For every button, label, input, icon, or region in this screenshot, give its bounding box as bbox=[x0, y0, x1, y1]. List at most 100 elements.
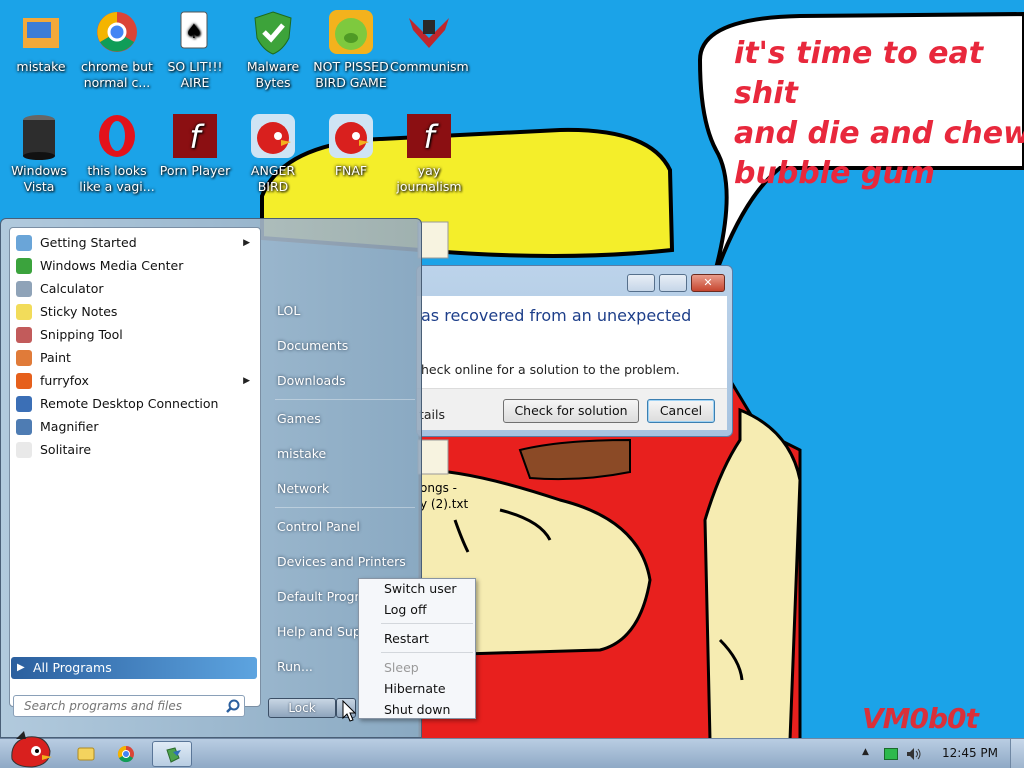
close-button[interactable]: ✕ bbox=[691, 274, 725, 292]
taskbar-chrome-button[interactable] bbox=[106, 741, 146, 767]
taskbar-explorer-button[interactable] bbox=[66, 741, 106, 767]
start-menu-program-item[interactable]: Snipping Tool bbox=[14, 324, 258, 346]
desktop-icon[interactable]: chrome but normal c... bbox=[78, 8, 156, 91]
flash-icon: f bbox=[407, 114, 451, 158]
start-menu-program-item[interactable]: Remote Desktop Connection bbox=[14, 393, 258, 415]
chevron-right-icon: ▶ bbox=[243, 376, 250, 386]
taskbar: ▲ 12:45 PM bbox=[0, 731, 1024, 768]
artist-signature: VM0b0t bbox=[862, 702, 979, 735]
separator bbox=[381, 623, 473, 624]
trash-bin-icon bbox=[23, 115, 55, 160]
dialog-hint: heck online for a solution to the proble… bbox=[421, 362, 680, 377]
all-programs-button[interactable]: ▶ All Programs bbox=[11, 657, 257, 679]
start-menu-link[interactable]: mistake bbox=[277, 446, 326, 461]
log-off-item[interactable]: Log off bbox=[384, 602, 427, 617]
desktop-icon[interactable]: this looks like a vagi... bbox=[78, 112, 156, 195]
start-menu-program-item[interactable]: Windows Media Center bbox=[14, 255, 258, 277]
search-icon[interactable] bbox=[226, 699, 240, 713]
start-menu-program-item[interactable]: furryfox ▶ bbox=[14, 370, 258, 392]
start-menu-program-item[interactable]: Getting Started ▶ bbox=[14, 232, 258, 254]
system-clock[interactable]: 12:45 PM bbox=[942, 746, 998, 760]
desktop-icon[interactable]: mistake bbox=[2, 8, 80, 75]
desktop-icon[interactable]: f Porn Player bbox=[156, 112, 234, 179]
angry-bird-start-icon bbox=[11, 731, 52, 768]
maximize-button[interactable] bbox=[659, 274, 687, 292]
restart-item[interactable]: Restart bbox=[384, 631, 429, 646]
dialog-message: as recovered from an unexpected bbox=[421, 306, 692, 325]
start-menu-programs-pane: Getting Started ▶ Windows Media Center Calc… bbox=[9, 227, 261, 707]
start-menu-link[interactable]: Control Panel bbox=[277, 519, 360, 534]
view-details-link[interactable]: tails bbox=[419, 407, 445, 422]
start-menu-link[interactable]: Documents bbox=[277, 338, 348, 353]
start-menu-program-item[interactable]: Sticky Notes bbox=[14, 301, 258, 323]
mouse-pointer-icon bbox=[342, 700, 357, 722]
minimize-button[interactable] bbox=[627, 274, 655, 292]
error-reporting-icon bbox=[166, 747, 181, 763]
taskbar-error-reporting-button[interactable] bbox=[152, 741, 192, 767]
desktop-icon[interactable]: f yay journalism bbox=[390, 112, 468, 195]
start-menu-link[interactable]: Downloads bbox=[277, 373, 346, 388]
sticky-notes-icon bbox=[16, 304, 32, 320]
check-for-solution-button[interactable]: Check for solution bbox=[503, 399, 639, 423]
triangle-right-icon: ▶ bbox=[17, 662, 25, 673]
desktop-icon[interactable]: FNAF bbox=[312, 112, 390, 179]
folder-icon bbox=[77, 747, 95, 761]
remote-desktop-icon bbox=[16, 396, 32, 412]
chrome-icon bbox=[97, 12, 137, 52]
sleep-item: Sleep bbox=[384, 660, 419, 675]
start-menu-program-item[interactable]: Paint bbox=[14, 347, 258, 369]
error-dialog: ✕ as recovered from an unexpected heck o… bbox=[416, 265, 733, 437]
show-hidden-icons-arrow[interactable]: ▲ bbox=[862, 747, 869, 757]
desktop-icon-label: NOT PISSED BIRD GAME bbox=[313, 59, 389, 90]
separator bbox=[275, 507, 415, 508]
desktop-icon-label: Porn Player bbox=[159, 163, 231, 178]
desktop-icon-label: Malware Bytes bbox=[246, 59, 300, 90]
desktop-icon-label: mistake bbox=[16, 59, 66, 74]
svg-text:♠: ♠ bbox=[185, 19, 203, 43]
start-menu-link[interactable]: Default Progra bbox=[277, 589, 367, 604]
start-menu-link[interactable]: Run... bbox=[277, 659, 313, 674]
desktop-icon[interactable]: NOT PISSED BIRD GAME bbox=[312, 8, 390, 91]
desktop-icon[interactable]: Malware Bytes bbox=[234, 8, 312, 91]
hibernate-item[interactable]: Hibernate bbox=[384, 681, 446, 696]
start-menu-link[interactable]: Games bbox=[277, 411, 321, 426]
separator bbox=[275, 399, 415, 400]
computer-box-icon bbox=[23, 18, 59, 48]
start-button[interactable] bbox=[6, 729, 54, 768]
calculator-icon bbox=[16, 281, 32, 297]
desktop-icon-label: FNAF bbox=[334, 163, 368, 178]
start-search-input[interactable] bbox=[14, 696, 214, 716]
volume-icon[interactable] bbox=[906, 747, 922, 761]
dialog-footer: tails Check for solution Cancel bbox=[417, 388, 727, 430]
close-icon: ✕ bbox=[703, 276, 713, 289]
desktop-icon-label: chrome but normal c... bbox=[81, 59, 153, 90]
lock-button[interactable]: Lock bbox=[268, 698, 336, 718]
start-search-box[interactable] bbox=[13, 695, 245, 717]
red-bird-icon bbox=[329, 114, 373, 158]
start-menu-program-item[interactable]: Magnifier bbox=[14, 416, 258, 438]
start-menu-link[interactable]: Devices and Printers bbox=[277, 554, 406, 569]
start-menu-link[interactable]: Network bbox=[277, 481, 329, 496]
shut-down-item[interactable]: Shut down bbox=[384, 702, 450, 717]
network-status-icon[interactable] bbox=[884, 748, 898, 760]
firefox-icon bbox=[16, 373, 32, 389]
switch-user-item[interactable]: Switch user bbox=[384, 581, 457, 596]
flash-icon: f bbox=[173, 114, 217, 158]
desktop-icon-label: yay journalism bbox=[396, 163, 462, 194]
start-menu-program-item[interactable]: Solitaire bbox=[14, 439, 258, 461]
desktop-icon[interactable]: ♠ SO LIT!!! AIRE bbox=[156, 8, 234, 91]
start-menu-link[interactable]: Help and Supp bbox=[277, 624, 369, 639]
show-desktop-button[interactable] bbox=[1010, 739, 1024, 768]
media-center-icon bbox=[16, 258, 32, 274]
chrome-icon bbox=[117, 745, 134, 763]
desktop-icon[interactable]: Windows Vista bbox=[0, 112, 78, 195]
desktop-icon[interactable]: Communism bbox=[390, 8, 469, 75]
desktop-icon-label: SO LIT!!! AIRE bbox=[167, 59, 223, 90]
speech-bubble-text: it's time to eat shit and die and chew b… bbox=[734, 36, 1024, 191]
start-menu-program-item[interactable]: Calculator bbox=[14, 278, 258, 300]
start-menu-link[interactable]: LOL bbox=[277, 303, 300, 318]
desktop-file-label[interactable]: ongs - y (2).txt bbox=[420, 480, 468, 512]
desktop-icon[interactable]: ANGER BIRD bbox=[234, 112, 312, 195]
emblem-icon bbox=[409, 18, 449, 48]
cancel-button[interactable]: Cancel bbox=[647, 399, 715, 423]
